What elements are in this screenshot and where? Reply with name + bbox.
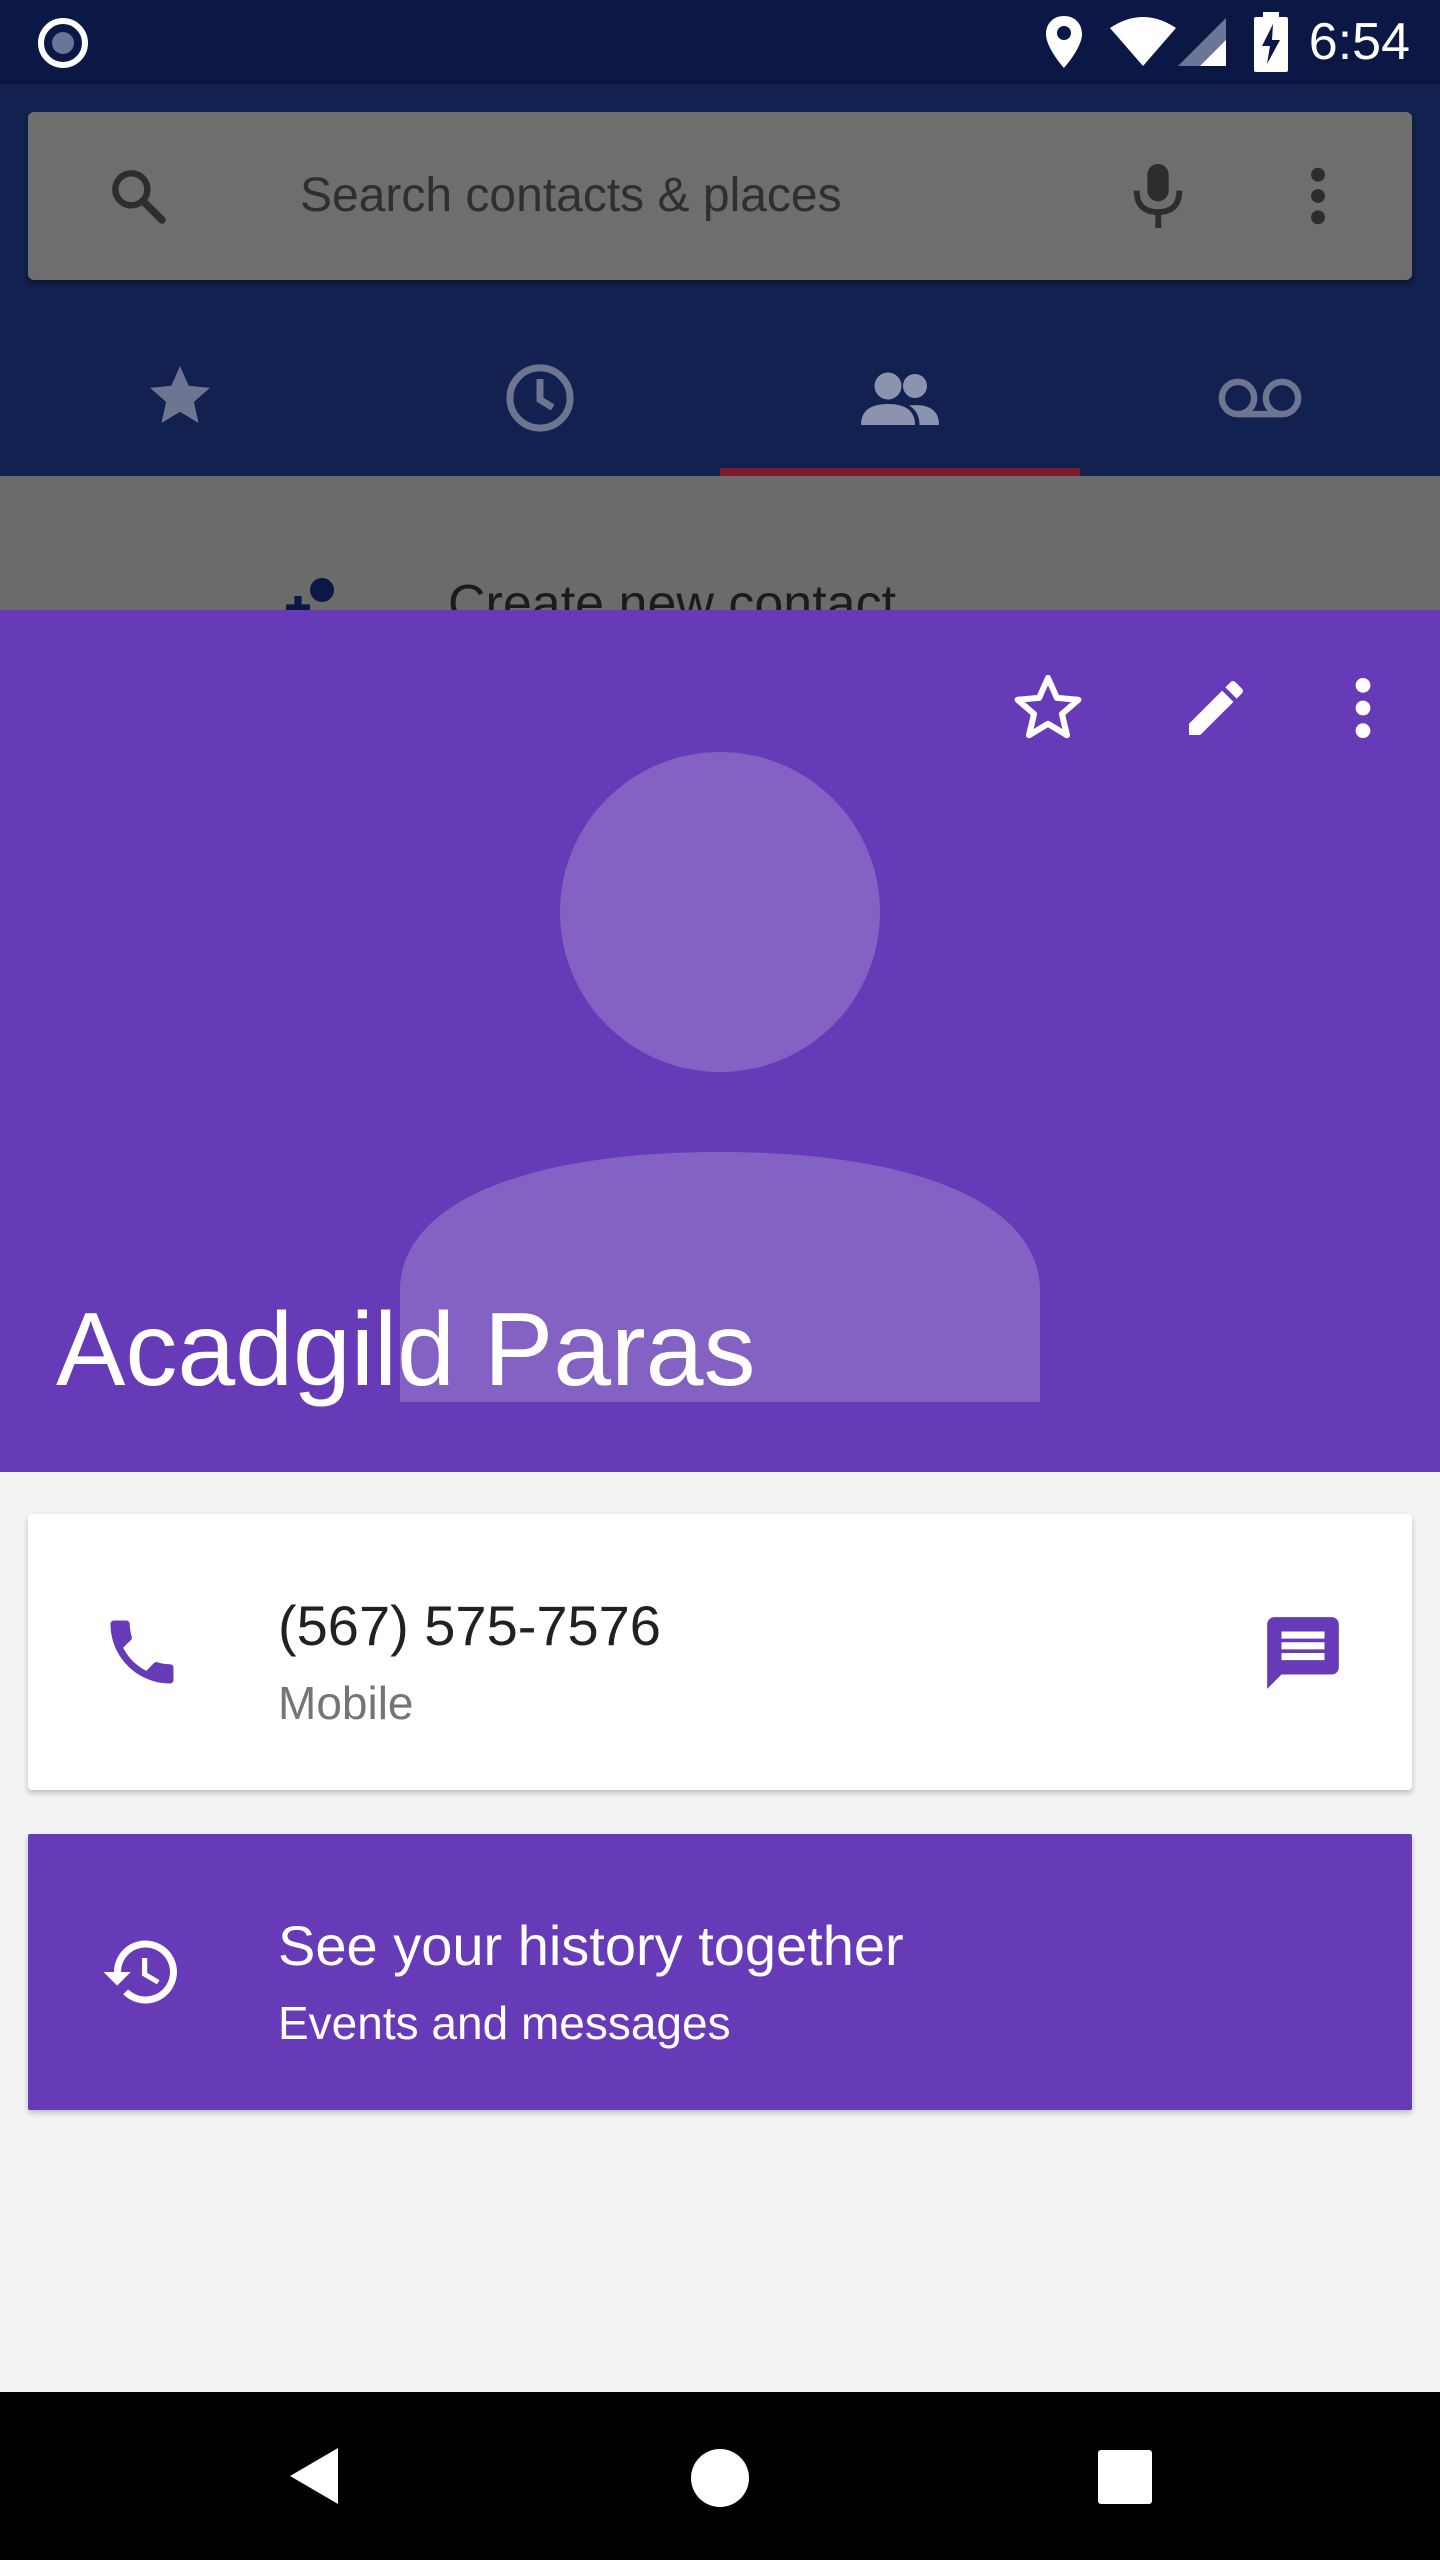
star-outline-icon[interactable]: [1010, 670, 1086, 746]
history-title: See your history together: [278, 1914, 904, 1977]
signal-icon: [1178, 18, 1226, 66]
dialer-tab-bar: [0, 340, 1440, 476]
phone-icon[interactable]: [100, 1610, 184, 1694]
history-card[interactable]: See your history together Events and mes…: [28, 1834, 1412, 2110]
search-icon[interactable]: [106, 164, 170, 228]
wifi-icon: [1110, 17, 1176, 66]
battery-charging-icon: [1254, 12, 1288, 72]
tab-favorites-star-icon[interactable]: [144, 360, 216, 432]
search-input[interactable]: Search contacts & places: [300, 168, 842, 224]
tab-selected-indicator: [720, 468, 1080, 476]
message-icon[interactable]: [1260, 1610, 1346, 1696]
recents-icon[interactable]: [1098, 2450, 1152, 2504]
status-time: 6:54: [1308, 13, 1410, 71]
phone-card[interactable]: (567) 575-7576 Mobile: [28, 1514, 1412, 1790]
contact-header: Acadgild Paras: [0, 610, 1440, 1472]
search-box[interactable]: Search contacts & places: [28, 112, 1412, 280]
edit-icon[interactable]: [1180, 672, 1252, 744]
back-icon[interactable]: [286, 2444, 342, 2508]
tab-contacts-people-icon[interactable]: [858, 362, 942, 434]
record-icon: [38, 18, 88, 68]
more-vert-icon[interactable]: [1350, 674, 1376, 742]
add-contact-icon: [286, 578, 334, 610]
history-icon: [103, 1940, 177, 2004]
mic-icon[interactable]: [1126, 158, 1190, 234]
contact-list-background: Create new contact: [0, 476, 1440, 610]
location-icon: [1046, 16, 1082, 68]
home-icon[interactable]: [690, 2448, 750, 2508]
navigation-bar: [0, 2392, 1440, 2560]
status-bar: 6:54: [0, 0, 1440, 84]
phone-number[interactable]: (567) 575-7576: [278, 1594, 661, 1658]
phone-type-label: Mobile: [278, 1677, 414, 1729]
history-subtitle: Events and messages: [278, 1997, 731, 2049]
tab-voicemail-icon[interactable]: [1216, 370, 1304, 426]
more-vert-icon[interactable]: [1306, 164, 1330, 228]
contact-name: Acadgild Paras: [56, 1292, 756, 1408]
create-new-contact-label: Create new contact: [448, 575, 897, 610]
tab-recents-clock-icon[interactable]: [502, 360, 578, 436]
